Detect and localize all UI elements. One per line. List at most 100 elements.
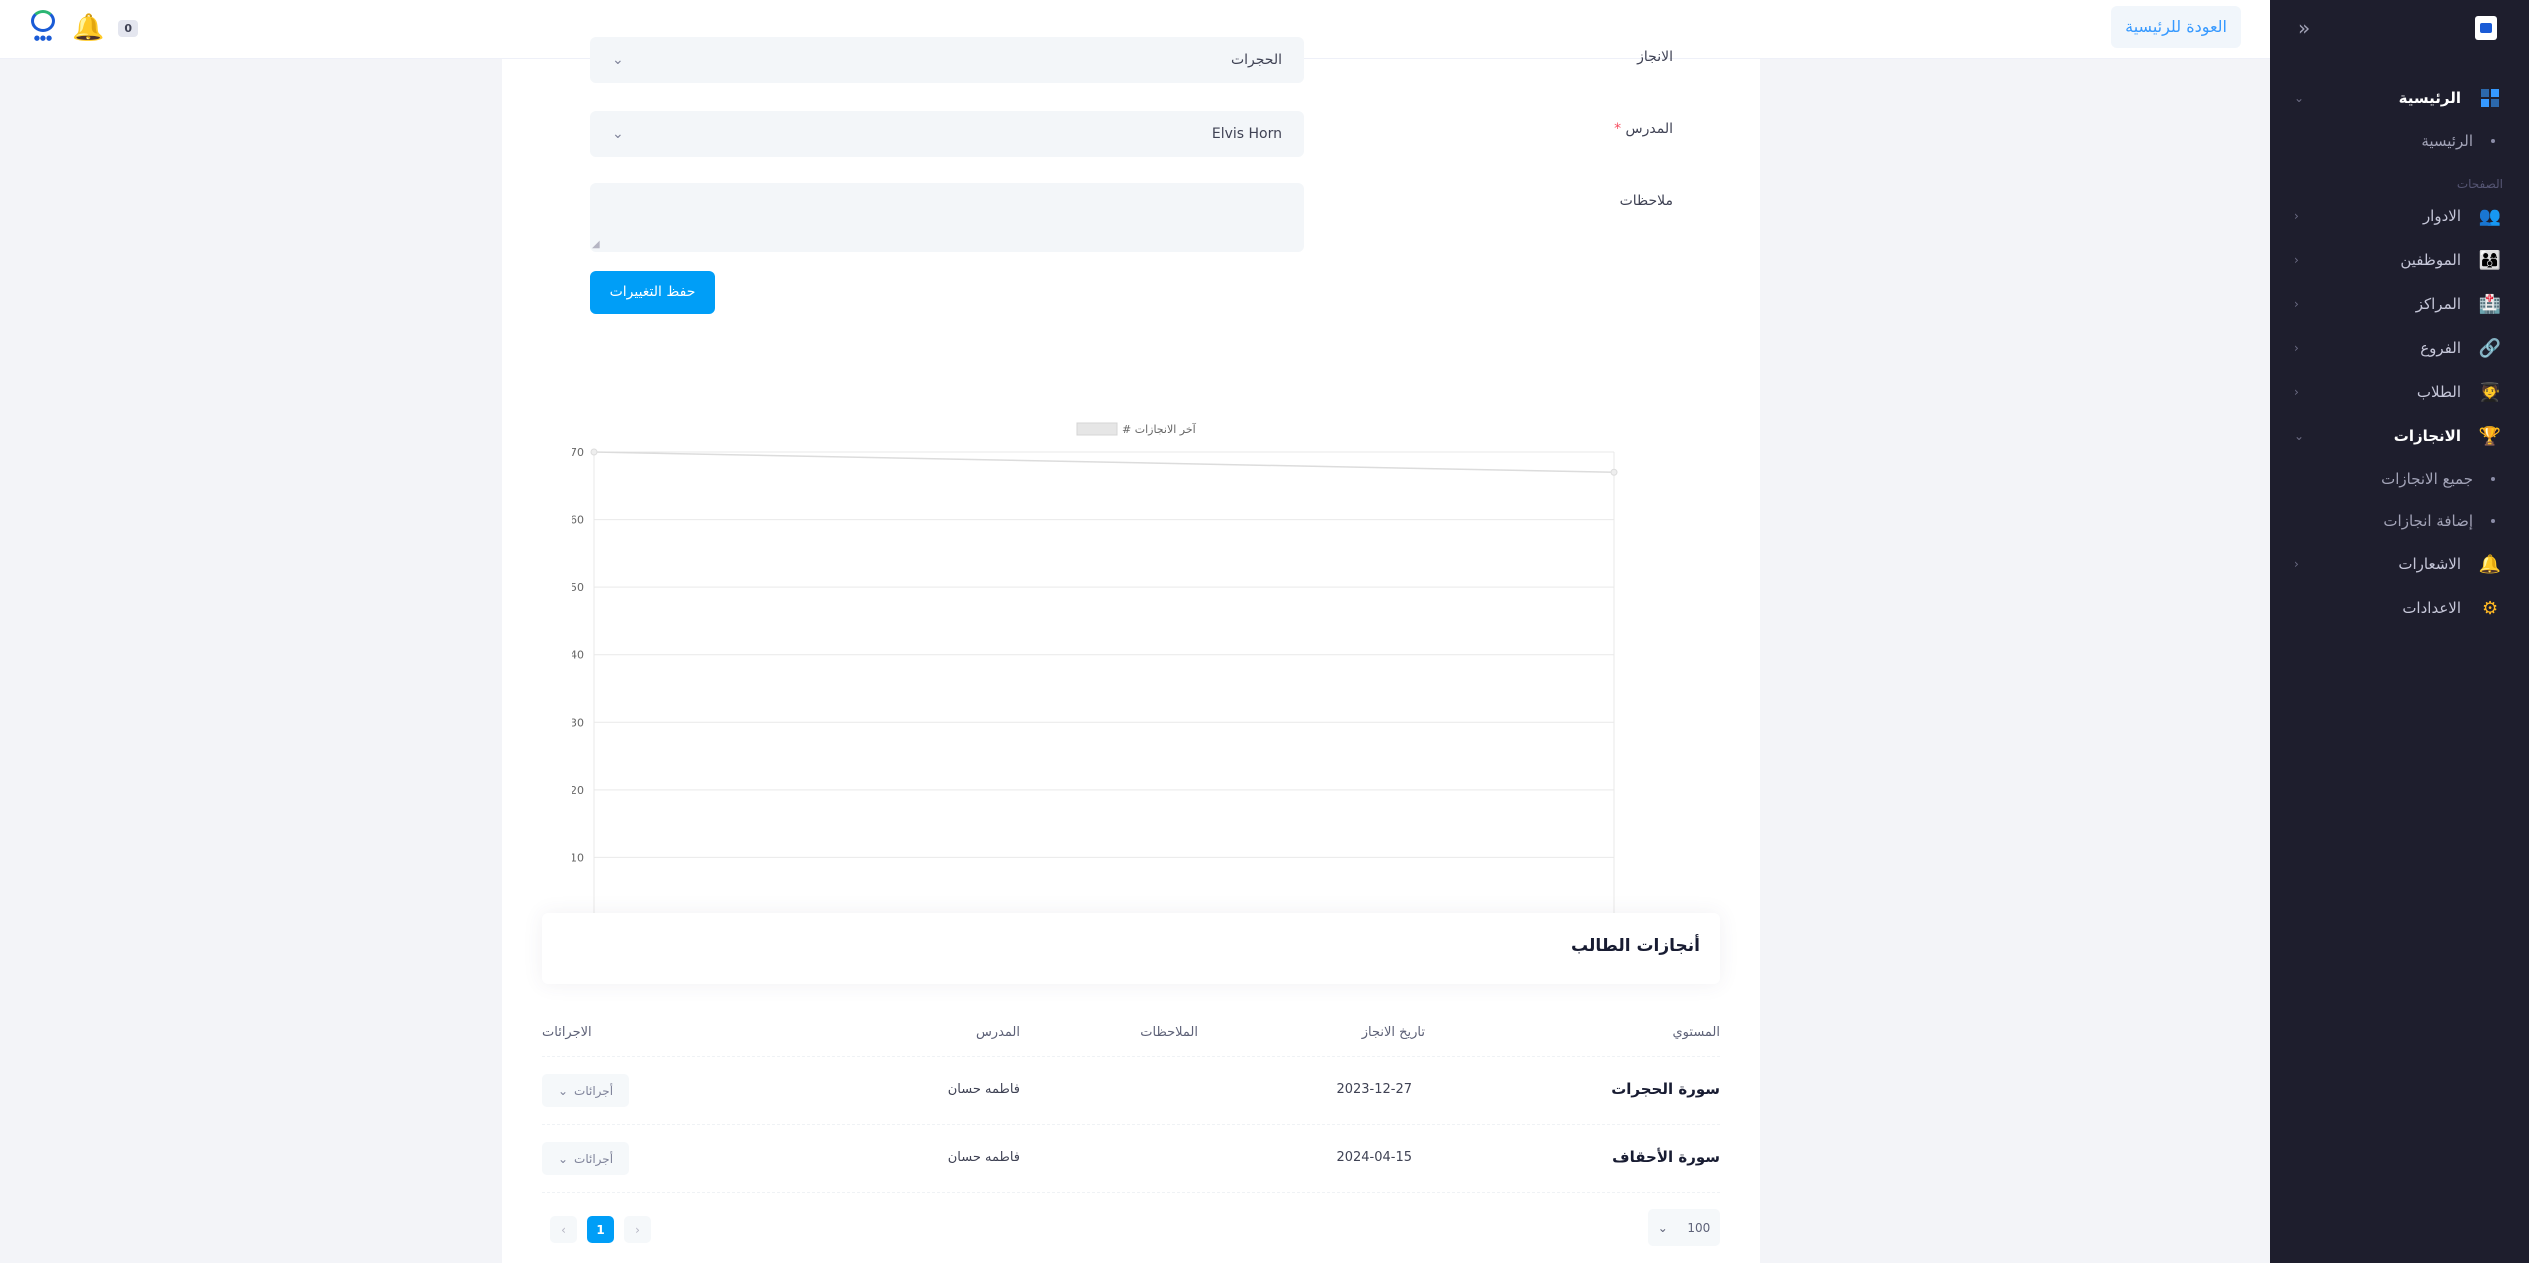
column-header-level[interactable]: المستوي bbox=[1673, 1025, 1721, 1040]
pagination: ‹ 1 › bbox=[550, 1216, 651, 1243]
legend-swatch bbox=[1076, 422, 1118, 436]
chevron-left-icon: ‹ bbox=[2294, 209, 2299, 223]
notification-count-badge: 0 bbox=[118, 19, 139, 37]
chevron-down-icon: ⌄ bbox=[612, 126, 624, 142]
sidebar-subitem-label: جميع الانجازات bbox=[2381, 470, 2473, 488]
sidebar-item-label: الاعدادات bbox=[2402, 599, 2461, 617]
bullet-icon bbox=[2491, 519, 2495, 523]
y-tick-label: 30 bbox=[572, 716, 584, 729]
pagination-prev-button[interactable]: ‹ bbox=[550, 1216, 577, 1243]
achievements-table: المستوي تاريخ الانجاز الملاحظات المدرس ا… bbox=[542, 1009, 1720, 1193]
teacher-select[interactable]: Elvis Horn ⌄ bbox=[590, 111, 1304, 157]
sidebar-item-notifications[interactable]: 🔔 الاشعارات ‹ bbox=[2270, 542, 2529, 586]
gear-icon: ⚙ bbox=[2481, 597, 2499, 619]
topbar-actions: ●●● 🔔 0 bbox=[28, 10, 139, 46]
main-content: الانجاز الحجرات ⌄ المدرس * Elvis Horn ⌄ … bbox=[502, 37, 1760, 1263]
sidebar-collapse-icon[interactable]: « bbox=[2298, 16, 2310, 40]
required-marker: * bbox=[1614, 121, 1622, 137]
series-line bbox=[593, 451, 1615, 474]
achievements-icon: 🏆 bbox=[2478, 425, 2502, 447]
sidebar: « الرئيسية ⌄ الرئيسية الصفحات 👥 الادوار … bbox=[2270, 0, 2529, 1263]
chevron-down-icon: ⌄ bbox=[1657, 1220, 1668, 1235]
column-header-actions: الاجرائات bbox=[542, 1025, 592, 1040]
sidebar-item-centers[interactable]: 🏥 المراكز ‹ bbox=[2270, 282, 2529, 326]
cell-level: سورة الأحقاف bbox=[1612, 1148, 1720, 1166]
data-point bbox=[1610, 468, 1618, 476]
sidebar-item-employees[interactable]: 👨‍👩‍👦 الموظفين ‹ bbox=[2270, 238, 2529, 282]
row-actions-button[interactable]: أجرائات ⌄ bbox=[542, 1142, 629, 1175]
sidebar-item-label: الانجازات bbox=[2393, 427, 2461, 445]
column-header-date[interactable]: تاريخ الانجاز bbox=[1362, 1025, 1425, 1040]
notes-label: ملاحظات bbox=[1619, 193, 1673, 209]
y-tick-label: 40 bbox=[572, 649, 584, 662]
cell-teacher: فاطمه حسان bbox=[947, 1150, 1020, 1165]
per-page-select[interactable]: ⌄ 100 bbox=[1648, 1209, 1720, 1246]
chevron-left-icon: ‹ bbox=[2294, 385, 2299, 399]
branches-icon: 🔗 bbox=[2478, 337, 2502, 359]
student-achievements-header: أنجازات الطالب bbox=[542, 913, 1720, 984]
table-header-row: المستوي تاريخ الانجاز الملاحظات المدرس ا… bbox=[542, 1009, 1720, 1057]
chevron-left-icon: ‹ bbox=[2294, 341, 2299, 355]
sidebar-subitem-label: الرئيسية bbox=[2421, 132, 2473, 150]
y-tick-label: 60 bbox=[572, 514, 584, 527]
teacher-label-text: المدرس bbox=[1625, 121, 1673, 137]
pagination-page-button[interactable]: 1 bbox=[587, 1216, 614, 1243]
sidebar-item-roles[interactable]: 👥 الادوار ‹ bbox=[2270, 194, 2529, 238]
cell-date: 2023-12-27 bbox=[1336, 1082, 1412, 1097]
bullet-icon bbox=[2491, 139, 2495, 143]
sidebar-subitem-all-achievements[interactable]: جميع الانجازات bbox=[2270, 458, 2529, 500]
sidebar-item-label: الادوار bbox=[2422, 207, 2461, 225]
achievement-select-value: الحجرات bbox=[1230, 52, 1282, 68]
chevron-down-icon: ⌄ bbox=[2294, 429, 2305, 443]
sidebar-item-label: الرئيسية bbox=[2398, 89, 2461, 107]
teacher-select-value: Elvis Horn bbox=[1211, 126, 1282, 142]
sidebar-item-settings[interactable]: ⚙ الاعدادات bbox=[2270, 586, 2529, 630]
chevron-left-icon: ‹ bbox=[2294, 297, 2299, 311]
save-changes-button[interactable]: حفظ التغييرات bbox=[590, 271, 715, 314]
sidebar-item-branches[interactable]: 🔗 الفروع ‹ bbox=[2270, 326, 2529, 370]
sidebar-item-achievements[interactable]: 🏆 الانجازات ⌄ bbox=[2270, 414, 2529, 458]
achievements-chart: 0102030405060702024-04-152023-12-27# آخر… bbox=[562, 359, 1692, 959]
chevron-down-icon: ⌄ bbox=[557, 1151, 569, 1166]
table-row: سورة الأحقاف 2024-04-15 فاطمه حسان أجرائ… bbox=[542, 1125, 1720, 1193]
sidebar-item-label: الطلاب bbox=[2416, 383, 2461, 401]
bell-icon: 🔔 bbox=[2478, 553, 2502, 575]
cell-date: 2024-04-15 bbox=[1336, 1150, 1412, 1165]
bell-icon[interactable]: 🔔 bbox=[72, 15, 104, 41]
pagination-next-button[interactable]: › bbox=[624, 1216, 651, 1243]
column-header-notes[interactable]: الملاحظات bbox=[1140, 1025, 1198, 1040]
y-tick-label: 20 bbox=[572, 784, 584, 797]
chevron-left-icon: ‹ bbox=[2294, 253, 2299, 267]
sidebar-item-home[interactable]: الرئيسية ⌄ bbox=[2270, 76, 2529, 120]
row-actions-button[interactable]: أجرائات ⌄ bbox=[542, 1074, 629, 1107]
back-to-home-button[interactable]: العودة للرئيسية bbox=[2111, 6, 2241, 48]
cell-level: سورة الحجرات bbox=[1611, 1080, 1720, 1098]
column-header-teacher[interactable]: المدرس bbox=[976, 1025, 1020, 1040]
sidebar-subitem-label: إضافة انجازات bbox=[2383, 512, 2473, 530]
sidebar-subitem-home[interactable]: الرئيسية bbox=[2270, 120, 2529, 162]
chevron-down-icon: ⌄ bbox=[557, 1083, 569, 1098]
per-page-value: 100 bbox=[1687, 1220, 1711, 1235]
brand-logo: ●●● bbox=[28, 10, 58, 46]
notes-textarea[interactable]: ◢ bbox=[590, 183, 1304, 252]
resize-handle-icon[interactable]: ◢ bbox=[592, 239, 600, 250]
sidebar-section-title: الصفحات bbox=[2456, 177, 2503, 191]
centers-icon: 🏥 bbox=[2478, 293, 2502, 315]
sidebar-item-students[interactable]: 🧑‍🎓 الطلاب ‹ bbox=[2270, 370, 2529, 414]
chart-svg: 0102030405060702024-04-152023-12-27# آخر… bbox=[562, 422, 1646, 948]
data-point bbox=[590, 448, 598, 456]
sidebar-logo bbox=[2475, 16, 2497, 40]
chevron-down-icon: ⌄ bbox=[612, 52, 624, 68]
chevron-down-icon: ⌄ bbox=[2294, 91, 2305, 105]
y-tick-label: 10 bbox=[572, 851, 584, 864]
achievement-select[interactable]: الحجرات ⌄ bbox=[590, 37, 1304, 83]
employees-icon: 👨‍👩‍👦 bbox=[2478, 249, 2502, 271]
cell-teacher: فاطمه حسان bbox=[947, 1082, 1020, 1097]
sidebar-subitem-add-achievement[interactable]: إضافة انجازات bbox=[2270, 500, 2529, 542]
row-actions-label: أجرائات bbox=[574, 1151, 614, 1166]
y-tick-label: 70 bbox=[572, 446, 584, 459]
sidebar-item-label: الاشعارات bbox=[2398, 555, 2461, 573]
bullet-icon bbox=[2491, 477, 2495, 481]
y-tick-label: 50 bbox=[572, 581, 584, 594]
teacher-label: المدرس * bbox=[1614, 121, 1673, 137]
